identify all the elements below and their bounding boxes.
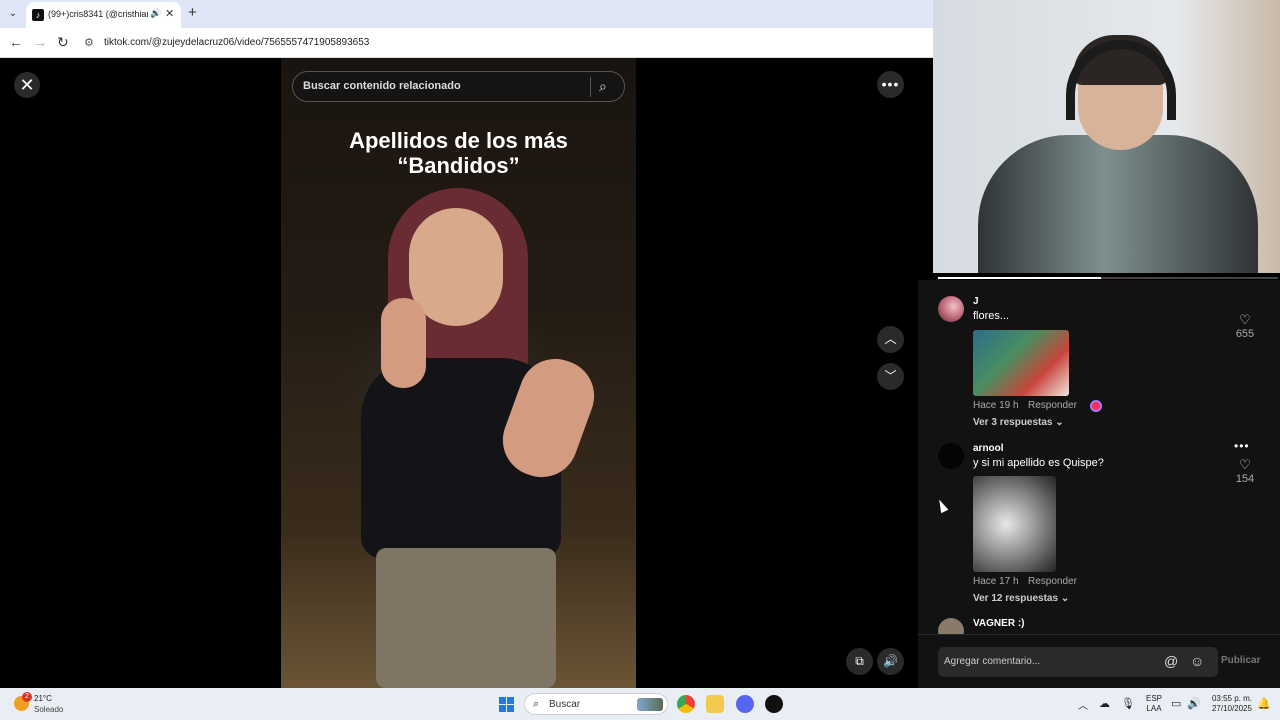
video-stage: ✕ Apellidos de los más “Bandidos” Buscar… [0,58,918,688]
keyboard-layout: LAA [1146,704,1162,713]
avatar[interactable] [938,296,964,322]
next-video-button[interactable]: ﹀ [877,363,904,390]
microphone-icon[interactable]: 🎙 [1121,697,1135,710]
video-caption-overlay: Apellidos de los más “Bandidos” [281,128,636,178]
video-caption-line: “Bandidos” [397,153,520,178]
publish-button[interactable]: Publicar [1221,655,1260,666]
webcam-overlay [933,0,1280,273]
taskbar-search-label: Buscar [549,699,581,710]
volume-icon[interactable]: 🔊 [877,648,904,675]
creator-liked-avatar [1090,400,1102,412]
app-icon[interactable] [765,695,783,713]
like-count: 655 [1235,328,1255,340]
file-explorer-icon[interactable] [706,695,724,713]
search-divider [590,77,591,97]
forward-icon[interactable]: → [33,34,47,50]
clock-date: 27/10/2025 [1211,704,1252,713]
view-replies-button[interactable]: Ver 3 respuestas ⌄ [973,417,1064,428]
comment-input[interactable]: Agregar comentario... @ ☺ [938,647,1218,677]
like-count: 154 [1235,473,1255,485]
comment-username[interactable]: VAGNER :) [973,618,1024,629]
url-text: tiktok.com/@zujeydelacruz06/video/756555… [104,37,370,48]
video-person-pants [376,548,556,688]
view-replies-button[interactable]: Ver 12 respuestas ⌄ [973,593,1069,604]
video-person-hand [381,298,426,388]
search-icon[interactable]: ⌕ [599,78,607,95]
view-replies-label: Ver 12 respuestas [973,593,1059,604]
video-progress-bar[interactable] [938,277,1278,279]
comment-sticker-image[interactable] [973,476,1056,572]
comment-placeholder: Agregar comentario... [944,656,1041,667]
close-video-button[interactable]: ✕ [14,72,40,98]
previous-video-button[interactable]: ︿ [877,326,904,353]
start-icon[interactable] [499,697,514,712]
comment-timestamp: Hace 19 h [973,400,1019,411]
picture-in-picture-icon[interactable]: ⧉ [846,648,873,675]
tray-overflow-icon[interactable]: ︿ [1078,697,1088,712]
avatar[interactable] [938,443,964,469]
mention-icon[interactable]: @ [1164,653,1178,669]
weather-badge: 2 [22,692,32,702]
tab-title: (99+)cris8341 (@cristhian8 [48,9,148,19]
clock-time: 03:55 p. m. [1211,694,1252,703]
site-info-icon[interactable]: ⚙ [84,36,94,49]
reload-icon[interactable]: ↻ [57,34,69,51]
comment-text: flores... [973,310,1010,322]
webcam-person-hoodie [978,135,1258,273]
comment-item: J flores... Hace 19 h Responder Ver 3 re… [938,296,1268,436]
notification-icon[interactable]: 🔔 [1257,697,1271,710]
avatar[interactable] [938,618,964,634]
network-app-icon[interactable]: ☁ [1099,697,1110,710]
related-search-box[interactable]: Buscar contenido relacionado ⌕ [292,71,625,102]
more-options-button[interactable]: ••• [877,71,904,98]
comment-item: arnool y si mi apellido es Quispe? ••• H… [938,439,1268,613]
speaker-icon[interactable]: 🔊 [1187,697,1201,710]
back-icon[interactable]: ← [9,34,23,50]
browser-tab[interactable]: ♪ (99+)cris8341 (@cristhian8 🔊 ✕ [26,2,181,28]
like-button[interactable]: ♡ 154 [1230,457,1260,485]
search-icon: ⌕ [533,698,540,710]
tiktok-favicon-icon: ♪ [32,9,44,21]
comment-username[interactable]: arnool [973,443,1004,454]
browser-address-bar: ← → ↻ ⚙ tiktok.com/@zujeydelacruz06/vide… [0,28,933,58]
display-icon[interactable]: ▭ [1171,697,1181,710]
comments-panel: J flores... Hace 19 h Responder Ver 3 re… [918,280,1280,688]
video-caption-line: Apellidos de los más [349,128,568,153]
taskbar-search[interactable]: ⌕ Buscar [524,693,668,715]
new-tab-button[interactable]: + [188,4,197,21]
weather-temperature[interactable]: 21°C [34,694,52,703]
comment-more-icon[interactable]: ••• [1234,439,1250,453]
language-indicator[interactable]: ESP LAA [1146,694,1162,714]
comment-username[interactable]: J [973,296,979,307]
discord-icon[interactable] [736,695,754,713]
video-progress-fill [938,277,1102,279]
tab-audio-icon[interactable]: 🔊 [150,8,161,19]
weather-condition[interactable]: Soleado [34,705,63,714]
heart-icon[interactable]: ♡ [1230,457,1260,473]
like-button[interactable]: ♡ 655 [1230,312,1260,340]
view-replies-label: Ver 3 respuestas [973,417,1053,428]
heart-icon[interactable]: ♡ [1230,312,1260,328]
comment-item: VAGNER :) [938,618,1268,634]
comment-sticker-image[interactable] [973,330,1069,396]
tab-close-icon[interactable]: ✕ [165,7,174,20]
language-code: ESP [1146,694,1163,703]
tab-search-chevron-icon[interactable]: ⌄ [5,6,21,22]
comment-composer: Agregar comentario... @ ☺ Publicar [918,634,1280,688]
search-highlight-icon [637,698,663,711]
browser-tab-bar: ⌄ ♪ (99+)cris8341 (@cristhian8 🔊 ✕ + [0,0,933,28]
video-player[interactable]: Apellidos de los más “Bandidos” [281,58,636,688]
reply-button[interactable]: Responder [1028,400,1077,411]
chrome-icon[interactable] [677,695,695,713]
url-field[interactable]: ⚙ tiktok.com/@zujeydelacruz06/video/7565… [78,32,928,54]
windows-taskbar: 2 21°C Soleado ⌕ Buscar ︿ ☁ 🎙 ESP LAA ▭ … [0,688,1280,720]
comment-timestamp: Hace 17 h [973,576,1019,587]
comment-text: y si mi apellido es Quispe? [973,457,1104,469]
related-search-input[interactable]: Buscar contenido relacionado [303,80,461,92]
system-clock[interactable]: 03:55 p. m. 27/10/2025 [1208,694,1252,714]
reply-button[interactable]: Responder [1028,576,1077,587]
emoji-icon[interactable]: ☺ [1190,653,1204,669]
